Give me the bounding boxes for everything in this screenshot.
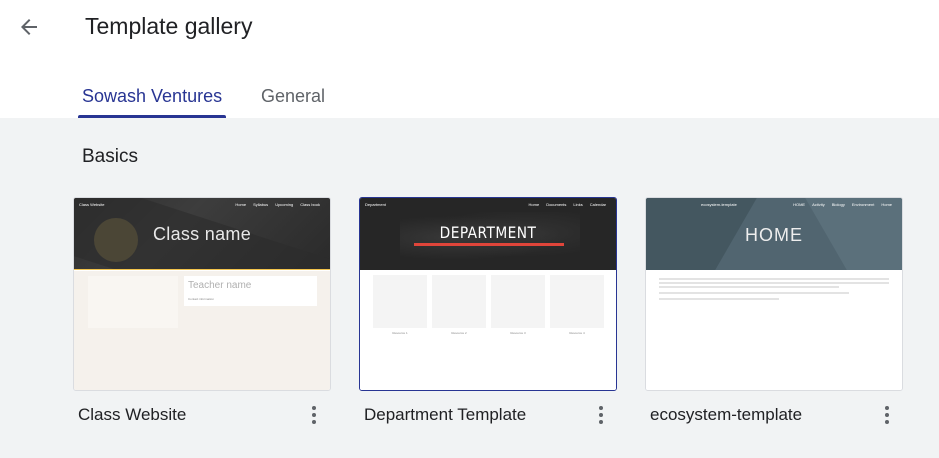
preview-teacher-box: Teacher name Contact information <box>184 276 317 306</box>
preview-teacher-sub: Contact information <box>188 297 215 301</box>
preview-hero-text: HOME <box>745 225 803 245</box>
preview-nav-item: Upcoming <box>275 202 294 207</box>
template-card-department-template[interactable]: Department Home Documents Links Calendar… <box>359 197 617 391</box>
preview-tile <box>373 275 427 328</box>
preview-nav-item: HOME <box>793 202 806 207</box>
preview-text-line <box>659 286 839 288</box>
preview-nav-item: Calendar <box>589 202 606 207</box>
template-name[interactable]: ecosystem-template <box>650 405 802 425</box>
back-button[interactable] <box>12 10 46 44</box>
more-vert-icon <box>885 406 889 410</box>
top-bar: Template gallery Sowash Ventures General <box>0 0 939 118</box>
template-preview-header: ecosystem-template HOME Activity Biology… <box>646 198 902 270</box>
preview-nav-item: Activity <box>812 202 825 207</box>
preview-site-title: Class Website <box>79 202 105 207</box>
template-preview-body: Resource 1 Resource 2 Resource 3 Resourc… <box>360 270 616 390</box>
preview-nav-item: Home <box>881 202 892 207</box>
preview-tile-caption: Resource 2 <box>451 331 467 335</box>
preview-nav: Home Documents Links Calendar <box>529 202 606 207</box>
template-preview-header: Department Home Documents Links Calendar… <box>360 198 616 270</box>
more-vert-icon <box>599 406 603 410</box>
preview-tile <box>432 275 486 328</box>
page-title: Template gallery <box>85 13 253 39</box>
preview-nav: Home Syllabus Upcoming Class book <box>235 202 320 207</box>
more-options-button[interactable] <box>591 401 611 429</box>
preview-hero-text: Class name <box>152 224 252 244</box>
preview-site-title: ecosystem-template <box>701 202 737 207</box>
preview-tile-caption: Resource 4 <box>569 331 585 335</box>
tab-label: General <box>261 86 326 106</box>
template-preview-body: Teacher name Contact information <box>74 271 330 390</box>
preview-site-title: Department <box>365 202 386 207</box>
template-name[interactable]: Class Website <box>78 405 186 425</box>
preview-tile <box>491 275 545 328</box>
preview-hero-text: DEPARTMENT <box>439 223 537 242</box>
preview-accent-line <box>414 243 564 246</box>
tab-sowash-ventures[interactable]: Sowash Ventures <box>78 84 226 118</box>
preview-image-placeholder <box>88 276 178 328</box>
template-card-class-website[interactable]: Class Website Home Syllabus Upcoming Cla… <box>73 197 331 391</box>
section-title: Basics <box>82 146 138 167</box>
arrow-back-icon <box>21 19 37 35</box>
preview-text-line <box>659 278 889 280</box>
preview-nav: HOME Activity Biology Environment Home <box>793 202 892 207</box>
preview-nav-item: Biology <box>831 202 845 207</box>
template-card-ecosystem-template[interactable]: ecosystem-template HOME Activity Biology… <box>645 197 903 391</box>
preview-nav-item: Home <box>528 202 540 207</box>
preview-nav-item: Home <box>235 202 247 207</box>
preview-nav-item: Environment <box>851 202 875 207</box>
preview-teacher-name: Teacher name <box>188 280 252 291</box>
preview-text-line <box>659 298 779 300</box>
preview-tile-caption: Resource 3 <box>510 331 526 335</box>
preview-nav-item: Links <box>573 202 583 207</box>
preview-text-line <box>659 282 889 284</box>
preview-accent-line <box>74 269 330 270</box>
tab-label: Sowash Ventures <box>82 86 223 106</box>
template-name[interactable]: Department Template <box>364 405 526 425</box>
preview-text-line <box>659 292 849 294</box>
template-preview-body <box>646 270 902 390</box>
preview-tile-caption: Resource 1 <box>392 331 408 335</box>
preview-tile <box>550 275 604 328</box>
more-options-button[interactable] <box>304 401 324 429</box>
more-vert-icon <box>312 406 316 410</box>
preview-nav-item: Class book <box>300 202 320 207</box>
active-tab-indicator <box>78 115 226 118</box>
template-preview-header: Class Website Home Syllabus Upcoming Cla… <box>74 198 330 270</box>
more-options-button[interactable] <box>877 401 897 429</box>
preview-nav-item: Syllabus <box>253 202 269 207</box>
preview-nav-item: Documents <box>546 202 567 207</box>
